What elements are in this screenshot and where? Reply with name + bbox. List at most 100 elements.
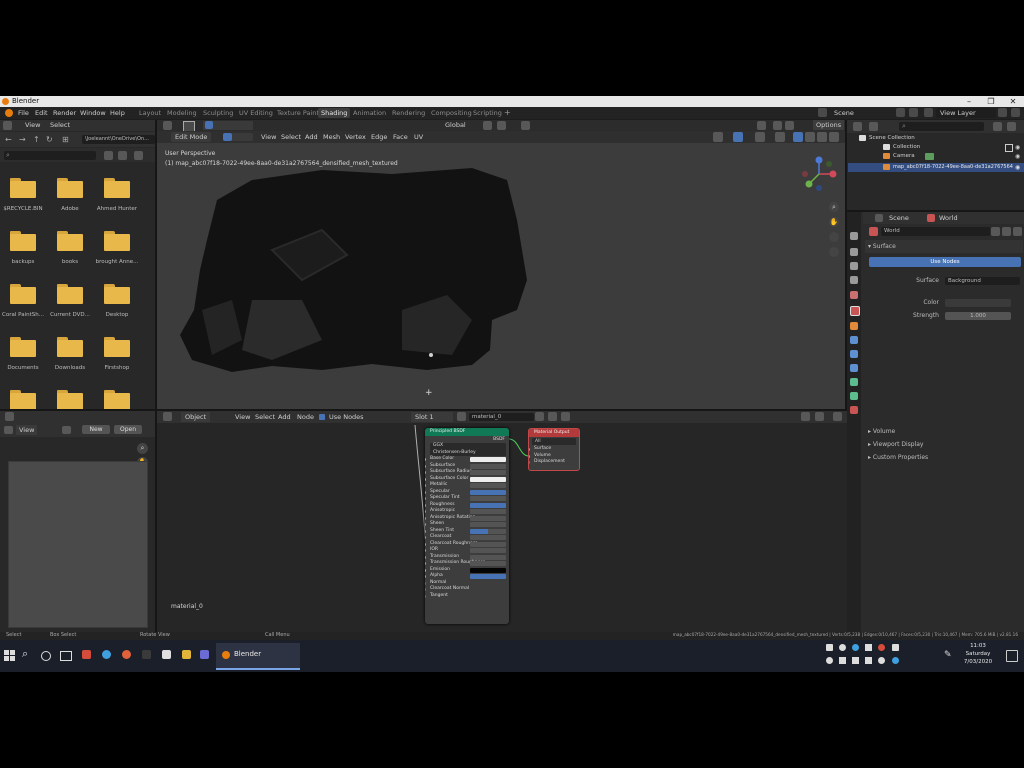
new-folder-icon[interactable]: ⊞ xyxy=(62,135,69,144)
3d-viewport[interactable]: Global Options Edit Mode View Select Add… xyxy=(157,120,845,409)
bsdf-input-value[interactable] xyxy=(470,463,506,469)
image-canvas[interactable] xyxy=(8,461,148,628)
viewport-menu-select[interactable]: Select xyxy=(281,132,301,142)
tray-icon[interactable] xyxy=(865,657,872,664)
viewport-menu-mesh[interactable]: Mesh xyxy=(323,132,340,142)
scanned-mesh[interactable] xyxy=(172,160,532,390)
world-tab-icon[interactable] xyxy=(850,306,860,316)
particles-tab-icon[interactable] xyxy=(850,350,858,358)
view-layer-icon[interactable] xyxy=(924,108,933,117)
file-search-input[interactable] xyxy=(4,151,96,160)
exclude-checkbox[interactable] xyxy=(1005,144,1013,152)
menu-render[interactable]: Render xyxy=(53,108,76,118)
folder-icon[interactable] xyxy=(10,337,36,357)
tray-icon[interactable] xyxy=(892,644,899,651)
app-pinned-icon[interactable] xyxy=(102,650,111,659)
filebrowser-menu-select[interactable]: Select xyxy=(50,120,70,130)
minimize-icon[interactable]: – xyxy=(958,96,980,107)
folder-icon[interactable] xyxy=(57,231,83,251)
task-view-icon[interactable] xyxy=(60,651,72,661)
bsdf-input-value[interactable] xyxy=(470,489,506,495)
tab-rendering[interactable]: Rendering xyxy=(389,108,428,118)
output-target-dropdown[interactable]: All xyxy=(532,438,576,445)
overlays-icon[interactable] xyxy=(755,132,765,142)
folder-icon[interactable] xyxy=(104,390,130,409)
breadcrumb-scene[interactable]: Scene xyxy=(889,213,909,223)
tab-scripting[interactable]: Scripting xyxy=(470,108,505,118)
folder-icon[interactable] xyxy=(104,337,130,357)
y-mirror-icon[interactable] xyxy=(773,121,782,130)
image-browse-icon[interactable] xyxy=(62,426,71,434)
tab-modeling[interactable]: Modeling xyxy=(164,108,200,118)
folder-icon[interactable] xyxy=(10,231,36,251)
options-dropdown[interactable]: Options xyxy=(813,120,845,130)
bsdf-input-value[interactable] xyxy=(470,515,506,521)
visibility-eye-icon[interactable]: ◉ xyxy=(1015,164,1020,171)
tray-icon[interactable] xyxy=(839,644,846,651)
maximize-icon[interactable]: ❐ xyxy=(980,96,1002,107)
folder-icon[interactable] xyxy=(57,284,83,304)
bsdf-input-value[interactable] xyxy=(470,567,506,573)
principled-bsdf-node[interactable]: Principled BSDF BSDF GGX Christensen-Burl… xyxy=(425,428,509,624)
folder-icon[interactable] xyxy=(104,178,130,198)
output-tab-icon[interactable] xyxy=(850,262,858,270)
mode-dropdown[interactable]: Edit Mode xyxy=(171,132,212,142)
tab-sculpting[interactable]: Sculpting xyxy=(200,108,236,118)
navigation-gizmo[interactable] xyxy=(797,152,841,196)
tray-icon[interactable] xyxy=(892,657,899,664)
render-tab-icon[interactable] xyxy=(850,248,858,256)
filter-icon[interactable] xyxy=(993,122,1002,131)
viewport-menu-view[interactable]: View xyxy=(261,132,276,142)
bsdf-input-value[interactable] xyxy=(470,496,506,501)
color-swatch[interactable] xyxy=(945,299,1011,307)
viewport-menu-edge[interactable]: Edge xyxy=(371,132,387,142)
section-custom-properties[interactable]: ▸ Custom Properties xyxy=(865,451,1023,464)
menu-help[interactable]: Help xyxy=(110,108,125,118)
pan-hand-icon[interactable]: ✋ xyxy=(829,217,839,227)
tool-tab-icon[interactable] xyxy=(850,232,858,240)
tray-icon[interactable] xyxy=(878,644,885,651)
x-mirror-icon[interactable] xyxy=(757,121,766,130)
snap-icon[interactable] xyxy=(497,121,506,130)
add-workspace-icon[interactable]: + xyxy=(504,108,511,117)
select-new-icon[interactable] xyxy=(205,121,213,129)
outliner-search-input[interactable] xyxy=(899,122,984,131)
camera-view-icon[interactable] xyxy=(829,232,839,242)
rendered-shading-icon[interactable] xyxy=(829,132,839,142)
bsdf-input-value[interactable] xyxy=(470,522,506,527)
bsdf-input-value[interactable] xyxy=(470,470,506,475)
bsdf-input-value[interactable] xyxy=(470,528,506,534)
delete-scene-icon[interactable] xyxy=(909,108,918,117)
pen-icon[interactable]: ✎ xyxy=(944,650,954,660)
tab-texture-paint[interactable]: Texture Paint xyxy=(274,108,322,118)
tray-icon[interactable] xyxy=(865,644,872,651)
solid-shading-icon[interactable] xyxy=(805,132,815,142)
strength-field[interactable]: 1.000 xyxy=(945,312,1011,320)
vertex-select-icon[interactable] xyxy=(223,133,232,141)
tray-icon[interactable] xyxy=(852,644,859,651)
section-volume[interactable]: ▸ Volume xyxy=(865,425,1023,438)
surface-shader-dropdown[interactable]: Background xyxy=(945,277,1020,285)
zoom-icon[interactable]: ⌕ xyxy=(829,202,839,212)
breadcrumb-world[interactable]: World xyxy=(939,213,958,223)
viewport-menu-add[interactable]: Add xyxy=(305,132,318,142)
editor-type-icon[interactable] xyxy=(4,426,13,434)
close-icon[interactable]: ✕ xyxy=(1002,96,1024,107)
directory-path-field[interactable]: \Joeleannt\OneDrive\On... xyxy=(82,135,155,144)
section-viewport-display[interactable]: ▸ Viewport Display xyxy=(865,438,1023,451)
xray-icon[interactable] xyxy=(775,132,785,142)
display-mode-icon[interactable] xyxy=(104,151,113,160)
folder-icon[interactable] xyxy=(10,390,36,409)
tray-icon[interactable] xyxy=(839,657,846,664)
editor-type-icon[interactable] xyxy=(3,121,12,130)
view-layer-tab-icon[interactable] xyxy=(850,276,858,284)
delete-view-layer-icon[interactable] xyxy=(1011,108,1020,117)
sort-icon[interactable] xyxy=(118,151,127,160)
app-pinned-icon[interactable] xyxy=(82,650,91,659)
fake-user-icon[interactable] xyxy=(991,227,1000,236)
forward-icon[interactable]: → xyxy=(19,135,26,144)
material-tab-icon[interactable] xyxy=(850,406,858,414)
physics-tab-icon[interactable] xyxy=(850,364,858,372)
folder-icon[interactable] xyxy=(104,284,130,304)
menu-file[interactable]: File xyxy=(18,108,29,118)
